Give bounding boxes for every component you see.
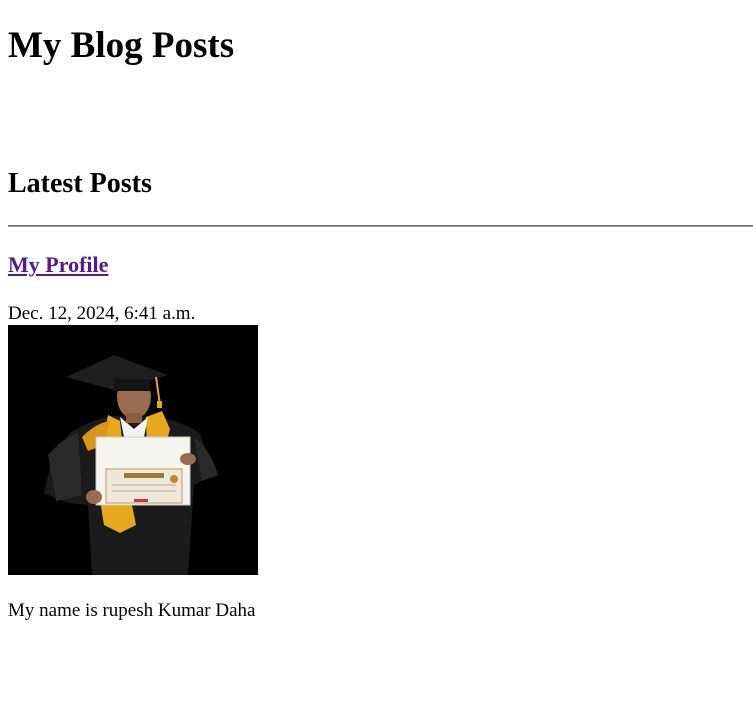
section-title-latest-posts: Latest Posts	[8, 168, 152, 199]
post-body: My name is rupesh Kumar Daha	[8, 600, 256, 621]
post-title: My Profile	[8, 251, 108, 279]
post-image	[8, 325, 258, 575]
section-divider	[8, 225, 753, 227]
page-title: My Blog Posts	[8, 25, 235, 66]
post-title-link[interactable]: My Profile	[8, 252, 108, 277]
graduate-portrait-photo	[8, 325, 258, 575]
post-date: Dec. 12, 2024, 6:41 a.m.	[8, 303, 196, 324]
page: My Blog Posts Latest Posts My Profile De…	[0, 0, 753, 715]
